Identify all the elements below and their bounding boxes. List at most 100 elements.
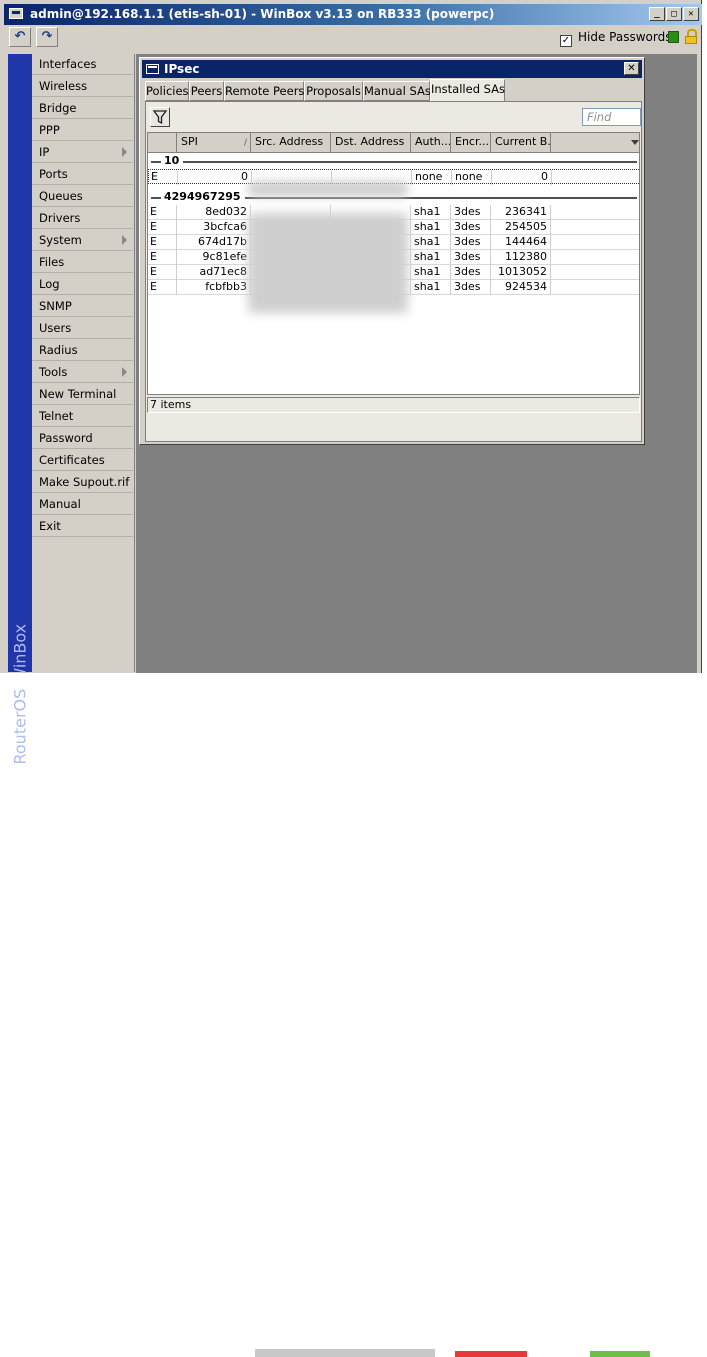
menu-item-system[interactable]: System — [32, 230, 133, 251]
cell-flag: E — [148, 250, 177, 265]
brand-text: RouterOS WinBox — [10, 623, 30, 765]
window-titlebar[interactable]: admin@192.168.1.1 (etis-sh-01) - WinBox … — [4, 4, 707, 25]
cell-flag: E — [148, 280, 177, 295]
menu-item-bridge[interactable]: Bridge — [32, 98, 133, 119]
ipsec-title: IPsec — [164, 62, 200, 76]
find-input[interactable]: Find — [582, 108, 641, 126]
column-header-label: SPI — [181, 135, 198, 148]
maximize-button[interactable]: □ — [666, 7, 682, 21]
window-app-icon — [9, 8, 23, 19]
menu-item-label: Make Supout.rif — [39, 475, 130, 489]
group-title: 4294967295 — [161, 190, 245, 204]
tab-policies[interactable]: Policies — [145, 81, 189, 101]
cell-spi: 8ed032 — [177, 205, 251, 220]
menu-item-log[interactable]: Log — [32, 274, 133, 295]
menu-item-ip[interactable]: IP — [32, 142, 133, 163]
ipsec-window: IPsec ✕ Policies Peers Remote Peers Proposa… — [139, 57, 645, 445]
undo-button[interactable]: ↶ — [9, 27, 31, 47]
menu-item-ports[interactable]: Ports — [32, 164, 133, 185]
menu-item-drivers[interactable]: Drivers — [32, 208, 133, 229]
menu-item-manual[interactable]: Manual — [32, 494, 133, 515]
menu-item-snmp[interactable]: SNMP — [32, 296, 133, 317]
main-menu: Interfaces Wireless Bridge PPP IP Ports Queues… — [32, 54, 135, 672]
column-header-spi[interactable]: SPI / — [177, 133, 251, 152]
menu-item-wireless[interactable]: Wireless — [32, 76, 133, 97]
cell-spi: 3bcfca6 — [177, 220, 251, 235]
menu-item-label: Users — [39, 321, 72, 335]
menu-item-label: Ports — [39, 167, 68, 181]
column-header-encr[interactable]: Encr.... — [451, 133, 491, 152]
tab-installed-sas[interactable]: Installed SAs — [430, 79, 505, 102]
cell-auth: sha1 — [411, 280, 451, 295]
menu-item-tools[interactable]: Tools — [32, 362, 133, 383]
redo-button[interactable]: ↷ — [36, 27, 58, 47]
cell-spi: 9c81efe — [177, 250, 251, 265]
menu-item-label: Telnet — [39, 409, 74, 423]
tab-peers[interactable]: Peers — [189, 81, 224, 101]
menu-item-label: IP — [39, 145, 50, 159]
hide-passwords-checkbox[interactable]: ✓ — [560, 35, 572, 47]
menu-item-telnet[interactable]: Telnet — [32, 406, 133, 427]
column-header-src-address[interactable]: Src. Address — [251, 133, 331, 152]
installed-sas-panel: Find SPI / Src. Address Dst. Address Auth...… — [145, 101, 642, 442]
menu-item-new-terminal[interactable]: New Terminal — [32, 384, 133, 405]
menu-item-radius[interactable]: Radius — [32, 340, 133, 361]
menu-item-queues[interactable]: Queues — [32, 186, 133, 207]
menu-item-certificates[interactable]: Certificates — [32, 450, 133, 471]
menu-item-password[interactable]: Password — [32, 428, 133, 449]
cell-enc: 3des — [451, 265, 491, 280]
menu-item-exit[interactable]: Exit — [32, 516, 133, 537]
cell-bytes: 144464 — [491, 235, 551, 250]
column-header-flag[interactable] — [148, 133, 177, 152]
menu-item-interfaces[interactable]: Interfaces — [32, 54, 133, 75]
ipsec-close-button[interactable]: ✕ — [624, 62, 639, 75]
submenu-arrow-icon — [122, 147, 127, 157]
group-header[interactable]: 10 — [148, 154, 639, 170]
cell-auth: sha1 — [411, 265, 451, 280]
menu-item-label: PPP — [39, 123, 60, 137]
cell-auth: sha1 — [411, 250, 451, 265]
redacted-address-area — [248, 213, 408, 313]
menu-item-label: System — [39, 233, 82, 247]
filter-button[interactable] — [150, 107, 170, 127]
menu-item-label: Exit — [39, 519, 61, 533]
menu-item-label: Interfaces — [39, 57, 97, 71]
ipsec-titlebar[interactable]: IPsec ✕ — [142, 60, 642, 78]
tab-manual-sas[interactable]: Manual SAs — [363, 81, 431, 101]
window-icon — [146, 64, 159, 74]
main-toolbar: ↶ ↷ ✓ Hide Passwords — [4, 26, 702, 50]
tab-proposals[interactable]: Proposals — [304, 81, 363, 101]
menu-item-files[interactable]: Files — [32, 252, 133, 273]
column-header-auth[interactable]: Auth.... — [411, 133, 451, 152]
installed-sas-table: SPI / Src. Address Dst. Address Auth.... Encr… — [147, 132, 640, 395]
cell-spi: fcbfbb3 — [177, 280, 251, 295]
menu-item-ppp[interactable]: PPP — [32, 120, 133, 141]
redo-icon: ↷ — [41, 29, 53, 44]
window-title: admin@192.168.1.1 (etis-sh-01) - WinBox … — [30, 7, 495, 21]
cell-enc: 3des — [451, 280, 491, 295]
menu-item-label: Log — [39, 277, 60, 291]
brand-strip: RouterOS WinBox — [8, 54, 32, 765]
hide-passwords-toggle[interactable]: ✓ Hide Passwords — [560, 30, 671, 47]
tab-remote-peers[interactable]: Remote Peers — [224, 81, 304, 101]
cell-enc: 3des — [451, 235, 491, 250]
cell-auth: none — [412, 170, 452, 185]
column-header-label: Src. Address — [255, 135, 324, 148]
menu-item-label: SNMP — [39, 299, 72, 313]
menu-item-users[interactable]: Users — [32, 318, 133, 339]
cell-spi: ad71ec8 — [177, 265, 251, 280]
cell-enc: 3des — [451, 220, 491, 235]
cell-auth: sha1 — [411, 205, 451, 220]
columns-dropdown-icon[interactable] — [631, 140, 639, 145]
minimize-button[interactable]: _ — [649, 7, 665, 21]
cell-spi: 674d17b — [177, 235, 251, 250]
cell-flag: E — [148, 220, 177, 235]
status-bar: 7 items — [147, 397, 640, 413]
column-header-dst-address[interactable]: Dst. Address — [331, 133, 411, 152]
cell-spi: 0 — [178, 170, 252, 185]
close-button[interactable]: ✕ — [683, 7, 699, 21]
menu-item-label: New Terminal — [39, 387, 117, 401]
undo-icon: ↶ — [14, 29, 26, 44]
menu-item-make-supout-rif[interactable]: Make Supout.rif — [32, 472, 133, 493]
column-header-current-b[interactable]: Current B... — [491, 133, 551, 152]
